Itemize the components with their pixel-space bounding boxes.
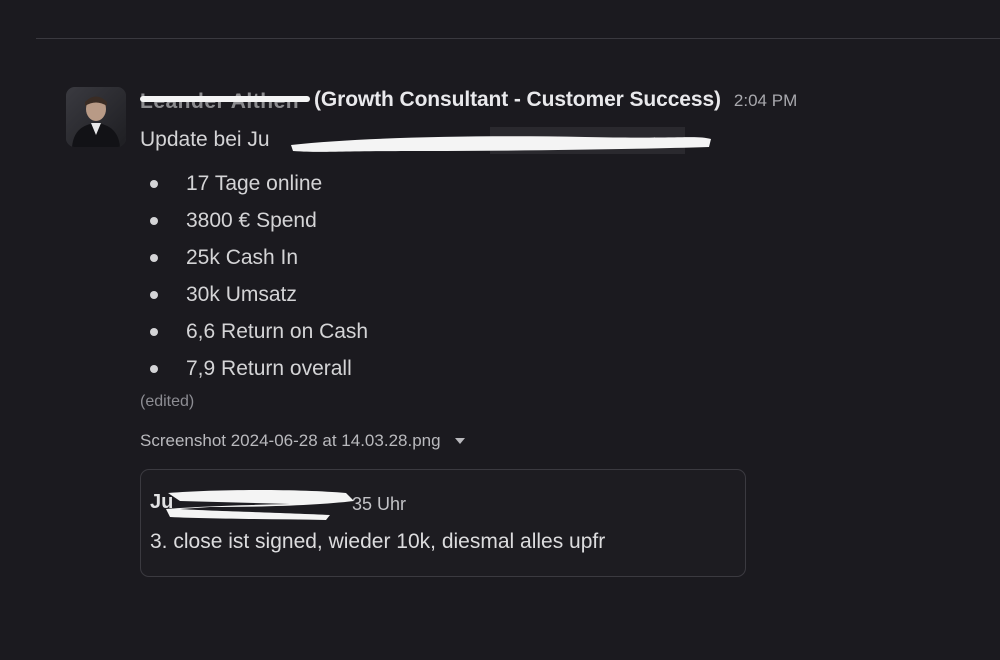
caret-down-icon[interactable] [454, 438, 465, 444]
attachment-preview[interactable]: Ju 35 Uhr 3. close ist signed, wieder 10… [140, 469, 746, 577]
bullet-dot [150, 327, 158, 336]
list-item: 30k Umsatz [150, 276, 368, 313]
list-item-text: 17 Tage online [186, 171, 323, 195]
quoted-message-text: 3. close ist signed, wieder 10k, diesmal… [150, 530, 606, 553]
bullet-dot [150, 364, 158, 373]
message-header: Leander Althen (Growth Consultant - Cust… [140, 88, 797, 114]
avatar-photo-icon [66, 87, 126, 147]
bullet-dot [150, 179, 158, 188]
list-item-text: 3800 € Spend [186, 208, 317, 232]
sender-avatar[interactable] [66, 87, 126, 147]
redacted-sender-name: Leander Althen [140, 90, 310, 113]
list-item: 6,6 Return on Cash [150, 313, 368, 350]
bullet-dot [150, 253, 158, 262]
attachment-toggle[interactable]: Screenshot 2024-06-28 at 14.03.28.png [140, 431, 465, 451]
list-item: 25k Cash In [150, 239, 368, 276]
list-item: 17 Tage online [150, 165, 368, 202]
redaction-scribble [166, 490, 354, 520]
sender-name-fragment: Leander Althen [140, 90, 299, 114]
list-item-text: 25k Cash In [186, 245, 299, 269]
redacted-quoted-author: Ju [150, 487, 358, 521]
list-item: 3800 € Spend [150, 202, 368, 239]
list-item: 7,9 Return overall [150, 350, 368, 387]
edited-label: (edited) [140, 393, 195, 410]
channel-divider [36, 38, 1000, 39]
quoted-message-header: Ju 35 Uhr [150, 490, 407, 520]
list-item-text: 7,9 Return overall [186, 356, 352, 380]
message-timestamp[interactable]: 2:04 PM [734, 91, 797, 111]
attachment-filename[interactable]: Screenshot 2024-06-28 at 14.03.28.png [140, 431, 441, 451]
bullet-dot [150, 216, 158, 225]
stats-list: 17 Tage online 3800 € Spend 25k Cash In … [150, 165, 368, 387]
list-item-text: 6,6 Return on Cash [186, 319, 369, 343]
list-item-text: 30k Umsatz [186, 282, 297, 306]
quoted-message-time: 35 Uhr [352, 493, 407, 514]
message-intro-text: Update bei Ju [140, 128, 270, 151]
redaction-scribble [291, 127, 711, 154]
redaction-mark [140, 96, 310, 102]
bullet-dot [150, 290, 158, 299]
sender-role[interactable]: (Growth Consultant - Customer Success) [314, 88, 721, 112]
